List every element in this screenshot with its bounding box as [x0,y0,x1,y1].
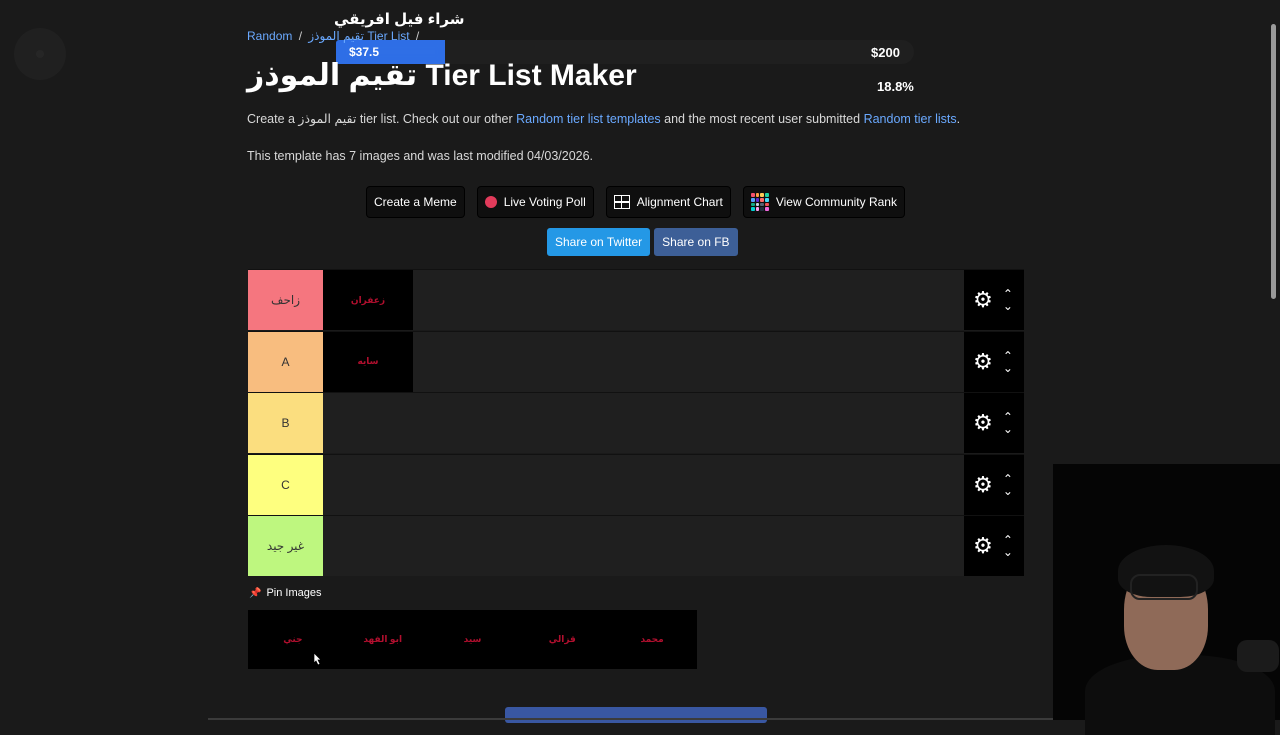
gear-icon[interactable]: ⚙ [973,289,993,311]
random-templates-link[interactable]: Random tier list templates [516,112,661,126]
alignment-chart-label: Alignment Chart [636,195,723,209]
live-voting-poll-label: Live Voting Poll [503,195,586,209]
chevron-down-icon[interactable]: ⌄ [1001,546,1015,558]
donation-percent: 18.8% [877,79,914,94]
breadcrumb-random[interactable]: Random [247,29,292,43]
breadcrumb-separator: / [298,29,303,43]
pool-item[interactable]: قزالي [517,610,607,669]
share-buttons: Share on Twitter Share on FB [547,228,738,256]
breadcrumb-separator: / [415,29,420,43]
tier-move-arrows: ⌃ ⌄ [1001,473,1015,497]
gear-icon[interactable]: ⚙ [973,473,993,496]
pin-icon: 📌 [249,587,262,599]
chevron-down-icon[interactable]: ⌄ [1001,362,1015,374]
chevron-up-icon[interactable]: ⌃ [1001,411,1015,423]
tier-label[interactable]: زاحف [248,270,323,330]
pool-item[interactable]: محمد [607,610,697,669]
tier-controls: ⚙ ⌃ ⌄ [964,331,1024,392]
chevron-down-icon[interactable]: ⌄ [1001,485,1015,497]
chevron-down-icon[interactable]: ⌄ [1001,423,1015,435]
pool-item[interactable]: ابو الفهد [338,610,428,669]
tier-move-arrows: ⌃ ⌄ [1001,411,1015,435]
breadcrumb: Random / تقيم الموذز Tier List / [247,29,422,43]
pool-item[interactable]: جني [248,610,338,669]
gear-icon[interactable]: ⚙ [973,412,993,434]
intro-text: Create a تقيم الموذز tier list. Check ou… [247,111,960,126]
live-voting-poll-button[interactable]: Live Voting Poll [476,186,594,218]
tier-controls: ⚙ ⌃ ⌄ [964,270,1024,330]
view-community-rank-button[interactable]: View Community Rank [742,186,905,218]
tier-row: C ⚙ ⌃ ⌄ [248,453,1024,515]
pin-images-row[interactable]: 📌 Pin Images [249,587,321,599]
tier-items-dropzone[interactable] [323,454,964,515]
intro-middle: tier list. Check out our other [356,112,517,126]
pool-item[interactable]: سيد [428,610,518,669]
chevron-up-icon[interactable]: ⌃ [1001,288,1015,300]
mouse-cursor-icon [313,653,322,665]
create-meme-button[interactable]: Create a Meme [366,186,465,218]
action-buttons: Create a Meme Live Voting Poll Alignment… [366,186,905,218]
intro-template-name: تقيم الموذز [298,112,357,126]
chevron-down-icon[interactable]: ⌄ [1001,300,1015,312]
tier-item[interactable]: زعفران [323,270,413,330]
page-title: تقيم الموذز Tier List Maker [247,59,637,92]
tier-controls: ⚙ ⌃ ⌄ [964,516,1024,576]
donation-title: شراء فيل افريقي [334,11,465,28]
tier-row: A سايه ⚙ ⌃ ⌄ [248,330,1024,392]
tier-move-arrows: ⌃ ⌄ [1001,350,1015,374]
intro-suffix: . [956,112,961,126]
share-facebook-button[interactable]: Share on FB [654,228,738,256]
intro-prefix: Create a [247,112,299,126]
tier-move-arrows: ⌃ ⌄ [1001,534,1015,558]
chevron-up-icon[interactable]: ⌃ [1001,473,1015,485]
tier-move-arrows: ⌃ ⌄ [1001,288,1015,312]
intro-between: and the most recent user submitted [660,112,864,126]
chevron-up-icon[interactable]: ⌃ [1001,350,1015,362]
tier-row: زاحف زعفران ⚙ ⌃ ⌄ [248,269,1024,330]
tier-list: زاحف زعفران ⚙ ⌃ ⌄ A سايه ⚙ ⌃ ⌄ B ⚙ ⌃ ⌄ C ⚙ ⌃ ⌄ غير جيد ⚙ ⌃ ⌄ [248,269,1024,577]
alignment-grid-icon [613,195,630,209]
alignment-chart-button[interactable]: Alignment Chart [605,186,731,218]
tier-label[interactable]: A [248,331,323,392]
page-scrollbar[interactable] [1271,24,1276,299]
donation-goal: $200 [871,45,900,60]
tier-label[interactable]: B [248,393,323,453]
chevron-up-icon[interactable]: ⌃ [1001,534,1015,546]
template-meta: This template has 7 images and was last … [247,149,594,163]
pin-images-label: Pin Images [266,587,322,599]
breadcrumb-current[interactable]: تقيم الموذز Tier List [308,29,409,43]
tier-items-dropzone[interactable] [323,516,964,576]
tier-label[interactable]: C [248,454,323,515]
tier-items-dropzone[interactable] [323,393,964,453]
share-twitter-button[interactable]: Share on Twitter [547,228,651,256]
color-grid-icon [750,193,769,211]
donation-amount: $37.5 [349,45,380,59]
tier-items-dropzone[interactable]: زعفران [323,270,964,330]
save-download-button[interactable] [505,707,767,723]
tier-items-dropzone[interactable]: سايه [323,331,964,392]
webcam-microphone [1237,640,1279,672]
create-meme-label: Create a Meme [374,195,457,209]
tier-row: B ⚙ ⌃ ⌄ [248,392,1024,453]
random-tier-lists-link[interactable]: Random tier lists [864,112,957,126]
gear-icon[interactable]: ⚙ [973,350,993,373]
tier-item[interactable]: سايه [323,331,413,392]
tier-row: غير جيد ⚙ ⌃ ⌄ [248,515,1024,576]
view-community-rank-label: View Community Rank [775,195,897,209]
record-dot-icon [484,196,497,208]
webcam-person-glasses [1130,574,1198,600]
gear-icon[interactable]: ⚙ [973,535,993,557]
tier-label[interactable]: غير جيد [248,516,323,576]
tier-controls: ⚙ ⌃ ⌄ [964,393,1024,453]
site-logo[interactable] [14,28,66,80]
tier-controls: ⚙ ⌃ ⌄ [964,454,1024,515]
